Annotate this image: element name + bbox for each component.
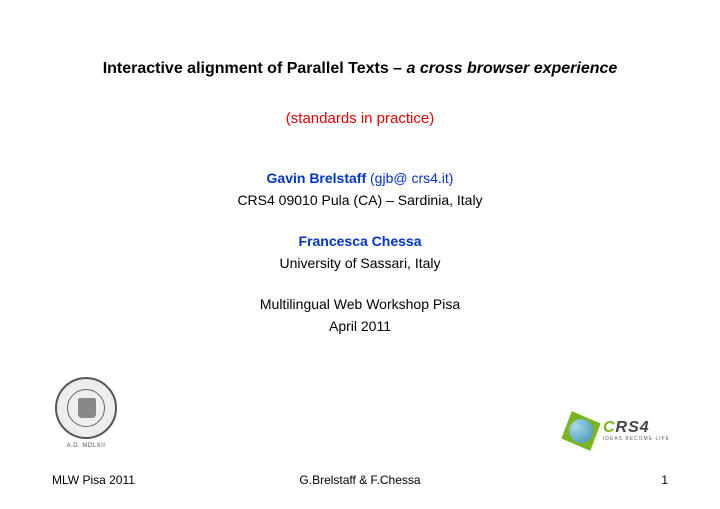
footer-center: G.Brelstaff & F.Chessa (299, 473, 420, 487)
crs4-brand: CRS4 (603, 420, 670, 436)
seal-ring (55, 377, 117, 439)
crs4-tagline: IDEAS BECOME LIFE (603, 437, 670, 442)
crs4-mark-icon (563, 413, 599, 449)
slide-container: Interactive alignment of Parallel Texts … (0, 0, 720, 509)
slide-title: Interactive alignment of Parallel Texts … (50, 60, 670, 78)
author-1-email: (gjb@ crs4.it) (370, 170, 453, 186)
author-2-affiliation: University of Sassari, Italy (50, 252, 670, 274)
workshop-name: Multilingual Web Workshop Pisa (50, 293, 670, 315)
seal-inner (67, 389, 105, 427)
crs4-brand-rest: RS4 (616, 419, 650, 436)
slide-footer: MLW Pisa 2011 G.Brelstaff & F.Chessa 1 (0, 473, 720, 487)
logos-row: A.D. MDLXII CRS4 IDEAS BECOME LIFE (0, 377, 720, 449)
seal-caption: A.D. MDLXII (67, 443, 106, 449)
title-separator: – (389, 60, 407, 77)
crs4-logo: CRS4 IDEAS BECOME LIFE (563, 413, 670, 449)
footer-left: MLW Pisa 2011 (52, 473, 135, 487)
author-2: Francesca Chessa (50, 230, 670, 252)
title-sub: a cross browser experience (407, 60, 618, 77)
footer-page-number: 1 (661, 473, 668, 487)
author-1-affiliation: CRS4 09010 Pula (CA) – Sardinia, Italy (50, 189, 670, 211)
workshop-date: April 2011 (50, 315, 670, 337)
university-seal-icon: A.D. MDLXII (50, 377, 122, 449)
subtitle: (standards in practice) (50, 110, 670, 127)
crs4-brand-first: C (603, 419, 616, 436)
author-1: Gavin Brelstaff (gjb@ crs4.it) (50, 167, 670, 189)
crs4-text: CRS4 IDEAS BECOME LIFE (603, 420, 670, 442)
title-main: Interactive alignment of Parallel Texts (103, 60, 389, 77)
authors-block: Gavin Brelstaff (gjb@ crs4.it) CRS4 0901… (50, 167, 670, 337)
author-2-name: Francesca Chessa (299, 233, 422, 249)
author-1-name: Gavin Brelstaff (267, 170, 367, 186)
